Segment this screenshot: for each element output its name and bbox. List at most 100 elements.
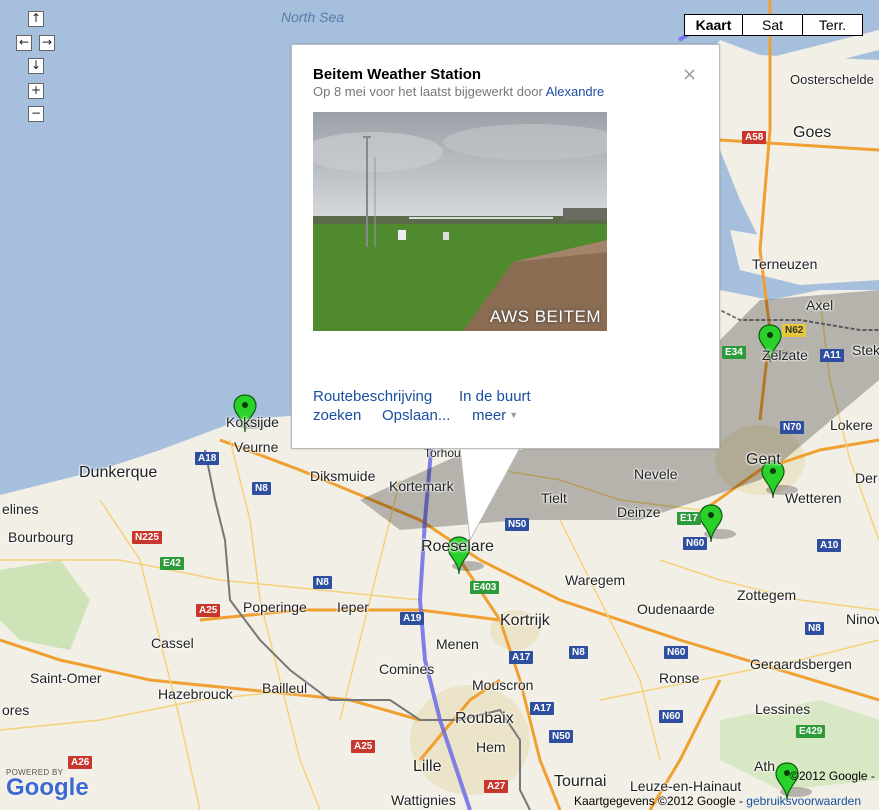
map-type-kaart-button[interactable]: Kaart: [684, 14, 743, 36]
terms-link[interactable]: gebruiksvoorwaarden: [746, 794, 861, 808]
copyright-text: ©2012 Google -: [790, 769, 875, 783]
info-window-subtitle: Op 8 mei voor het laatst bijgewerkt door…: [313, 84, 604, 99]
map-label-roeselare: Roeselare: [421, 538, 494, 555]
road-shield-a19: A19: [400, 612, 425, 625]
station-photo: AWS BEITEM: [313, 112, 607, 331]
google-logo-text: Google: [6, 774, 89, 801]
road-shield-e429: E429: [796, 725, 826, 738]
map-label-dendermonde: Der: [855, 470, 878, 486]
nearby-link[interactable]: In de buurt: [459, 388, 531, 405]
zoom-in-button[interactable]: +: [28, 83, 44, 99]
map-label-gent: Gent: [746, 451, 781, 468]
map-label-ath: Ath: [754, 758, 776, 774]
photo-caption: AWS BEITEM: [489, 307, 601, 326]
road-shield-e42: E42: [160, 557, 184, 570]
road-shield-a25: A25: [196, 604, 221, 617]
map-label-saint-omer: Saint-Omer: [30, 670, 102, 686]
map-label-tielt: Tielt: [541, 490, 567, 506]
directions-link[interactable]: Routebeschrijving: [313, 388, 432, 405]
map-data-copyright: Kaartgegevens ©2012 Google - gebruiksvoo…: [574, 794, 861, 808]
map-label-dunkerque: Dunkerque: [79, 464, 158, 481]
author-link[interactable]: Alexandre: [546, 84, 605, 99]
road-shield-n225: N225: [132, 531, 162, 544]
road-shield-n50-b: N50: [549, 730, 574, 743]
map-label-hem: Hem: [476, 739, 506, 755]
search-link[interactable]: zoeken: [313, 407, 361, 424]
more-label: meer: [472, 407, 507, 424]
map-label-veurne: Veurne: [234, 439, 279, 455]
map-data-text: Kaartgegevens ©2012 Google -: [574, 794, 747, 808]
map-label-lokeren: Lokere: [830, 417, 873, 433]
map-label-oudenaarde: Oudenaarde: [637, 601, 715, 617]
map-label-elines: elines: [2, 501, 39, 517]
map-label-waregem: Waregem: [565, 572, 626, 588]
road-shield-a10: A10: [817, 539, 842, 552]
road-shield-a17: A17: [509, 651, 534, 664]
road-shield-n62: N62: [782, 324, 807, 337]
map-label-cassel: Cassel: [151, 635, 194, 651]
pan-right-button[interactable]: →: [39, 35, 55, 51]
road-shield-a25-b: A25: [351, 740, 376, 753]
road-shield-e403: E403: [470, 581, 500, 594]
map-label-ninove: Ninov: [846, 611, 879, 627]
pan-down-button[interactable]: ↓: [28, 58, 44, 74]
road-shield-n70: N70: [780, 421, 805, 434]
map-label-ores: ores: [2, 702, 30, 718]
road-shield-a58: A58: [742, 131, 767, 144]
map-label-poperinge: Poperinge: [243, 599, 307, 615]
map-type-terrain-button[interactable]: Terr.: [802, 14, 863, 36]
road-shield-a11: A11: [820, 349, 844, 362]
close-icon[interactable]: ×: [682, 64, 697, 85]
map-label-nevele: Nevele: [634, 466, 678, 482]
map-label-comines: Comines: [379, 661, 435, 677]
map-label-ronse: Ronse: [659, 670, 700, 686]
map-label-kortrijk: Kortrijk: [500, 612, 550, 629]
map-label-zottegem: Zottegem: [737, 587, 797, 603]
map-label-deinze: Deinze: [617, 504, 661, 520]
pan-left-button[interactable]: ←: [16, 35, 32, 51]
map-label-bourbourg: Bourbourg: [8, 529, 74, 545]
map-label-wattignies: Wattignies: [391, 792, 456, 808]
map-label-lessines: Lessines: [755, 701, 811, 717]
road-shield-a17-b: A17: [530, 702, 555, 715]
more-link[interactable]: meer ▼: [472, 407, 518, 424]
map-label-roubaix: Roubaix: [455, 710, 514, 727]
map-label-lille: Lille: [413, 758, 442, 775]
zoom-out-button[interactable]: −: [28, 106, 44, 122]
road-shield-n60-c: N60: [659, 710, 684, 723]
save-link[interactable]: Opslaan...: [382, 407, 450, 424]
map-label-kortemark: Kortemark: [389, 478, 454, 494]
updated-text: Op 8 mei voor het laatst bijgewerkt door: [313, 84, 546, 99]
map-label-geraardsbergen: Geraardsbergen: [750, 656, 852, 672]
map-label-ieper: Ieper: [337, 599, 369, 615]
road-shield-a27: A27: [484, 780, 509, 793]
pan-up-button[interactable]: ↑: [28, 11, 44, 27]
road-shield-n60-b: N60: [664, 646, 689, 659]
map-label-bailleul: Bailleul: [262, 680, 308, 696]
map-label-terneuzen: Terneuzen: [752, 256, 818, 272]
map-label-leuze: Leuze-en-Hainaut: [630, 778, 742, 794]
map-label-koksijde: Koksijde: [226, 414, 279, 430]
map-label-tournai: Tournai: [554, 773, 607, 790]
info-window: Beitem Weather Station Op 8 mei voor het…: [291, 44, 720, 449]
road-shield-n8-ieper: N8: [313, 576, 332, 589]
map-type-sat-button[interactable]: Sat: [742, 14, 803, 36]
road-shield-n8-kortrijk: N8: [569, 646, 588, 659]
road-shield-n8: N8: [252, 482, 271, 495]
map-label-menen: Menen: [436, 636, 479, 652]
map-label-wetteren: Wetteren: [785, 490, 842, 506]
map-label-diksmuide: Diksmuide: [310, 468, 376, 484]
google-logo[interactable]: POWERED BY Google: [6, 768, 89, 801]
map-label-oosterschelde: Oosterschelde: [790, 72, 874, 87]
road-shield-n8-zottegem: N8: [805, 622, 824, 635]
map-label-zelzate: Zelzate: [762, 347, 808, 363]
road-shield-e17: E17: [677, 512, 701, 525]
chevron-down-icon: ▼: [509, 410, 519, 420]
road-shield-n50: N50: [505, 518, 530, 531]
map-label-north-sea: North Sea: [281, 9, 345, 25]
road-shield-e34: E34: [722, 346, 746, 359]
map-label-mouscron: Mouscron: [472, 677, 534, 693]
road-shield-n60: N60: [683, 537, 708, 550]
road-shield-a18: A18: [195, 452, 220, 465]
map-label-hazebrouck: Hazebrouck: [158, 686, 233, 702]
